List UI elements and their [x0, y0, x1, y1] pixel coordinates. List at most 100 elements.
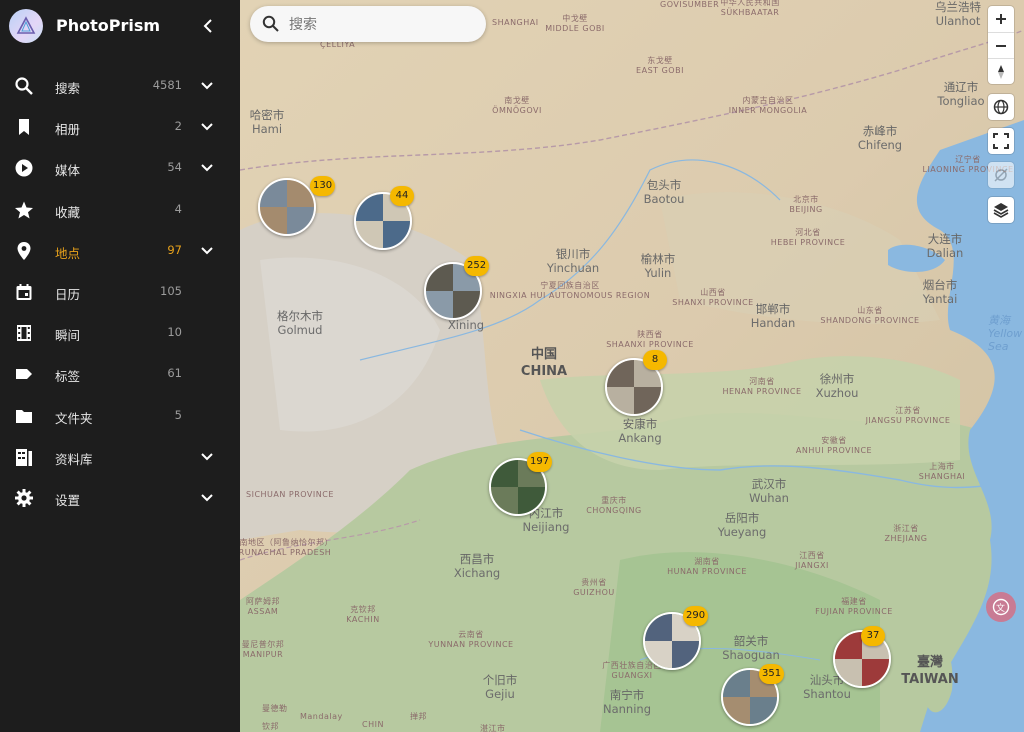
chevron-down-icon[interactable] — [198, 489, 216, 507]
province-name-en: EAST GOBI — [636, 66, 684, 75]
collapse-sidebar-icon[interactable] — [198, 14, 218, 38]
chevron-down-icon[interactable] — [198, 118, 216, 136]
place-name-zh: 徐州市 — [819, 372, 855, 386]
fullscreen-button[interactable] — [988, 128, 1014, 154]
map-province-label: 江苏省 JIANGSU PROVINCE — [866, 406, 951, 426]
sidebar-item-videos[interactable]: 媒体 54 — [0, 147, 240, 188]
place-name-zh: 乌兰浩特 — [935, 0, 981, 14]
province-name-en: ZHEJIANG — [884, 534, 928, 543]
map-place-label: 哈密市 Hami — [250, 108, 285, 136]
place-name-zh: 邯郸市 — [755, 302, 791, 316]
province-name-en: NINGXIA HUI AUTONOMOUS REGION — [489, 291, 651, 300]
sidebar-item-albums[interactable]: 相册 2 — [0, 106, 240, 147]
globe-button[interactable] — [988, 94, 1014, 120]
map-province-label: 北京市 BEIJING — [789, 195, 822, 215]
country-name-zh: 中国 — [530, 347, 558, 362]
sidebar-item-label: 设置 — [55, 493, 81, 508]
chevron-down-icon[interactable] — [198, 77, 216, 95]
province-name-en: HENAN PROVINCE — [722, 387, 802, 396]
province-name-en: GUANGXI — [611, 671, 653, 680]
cluster-count-badge[interactable]: 44 — [390, 186, 414, 206]
place-name-zh: 西昌市 — [459, 552, 495, 566]
translate-button[interactable]: 文 — [986, 592, 1016, 622]
sidebar-item-favorites[interactable]: 收藏 4 — [0, 189, 240, 230]
cluster-count-badge[interactable]: 351 — [759, 664, 785, 684]
chevron-down-icon[interactable] — [198, 159, 216, 177]
place-name-zh: 烟台市 — [922, 278, 958, 292]
cluster-count-badge[interactable]: 290 — [683, 606, 709, 626]
search-input[interactable] — [287, 13, 476, 37]
cluster-thumbnail — [518, 487, 545, 514]
province-name-zh: 中华人民共和国 — [720, 0, 780, 7]
country-label: 中国 CHINA — [521, 346, 567, 380]
sidebar-item-settings[interactable]: 设置 — [0, 477, 240, 518]
map-minor-label: GOVISUMBER — [660, 0, 720, 9]
cluster-thumbnail — [645, 641, 672, 668]
map-minor-label: SICHUAN PROVINCE — [246, 490, 334, 499]
sidebar-item-count: 4581 — [152, 78, 182, 92]
sidebar-item-count: 5 — [174, 407, 182, 422]
cluster-thumbnail — [260, 180, 287, 207]
map-province-label: 河南省 HENAN PROVINCE — [722, 377, 801, 397]
sidebar-item-calendar[interactable]: 日历 105 — [0, 271, 240, 312]
photo-cluster[interactable] — [258, 178, 316, 236]
layers-button[interactable] — [988, 197, 1014, 223]
sidebar-item-search[interactable]: 搜索 4581 — [0, 65, 240, 106]
photoprism-logo[interactable] — [9, 9, 43, 43]
cluster-thumbnail — [491, 460, 518, 487]
sidebar-item-labels[interactable]: 标签 61 — [0, 353, 240, 394]
map-place-label: 个旧市 Gejiu — [483, 673, 518, 701]
province-name-zh: 河北省 — [795, 228, 821, 237]
cluster-thumbnail — [723, 670, 750, 697]
map-minor-label: 曼德勒 — [262, 704, 288, 713]
cluster-count-badge[interactable]: 130 — [310, 176, 336, 196]
compass-button[interactable] — [988, 58, 1014, 85]
sea-label: 黄海 Yellow Sea — [988, 314, 1024, 353]
place-name-en: Gejiu — [485, 687, 515, 701]
place-name-zh: 包头市 — [646, 178, 682, 192]
place-name-en: Xichang — [453, 566, 501, 580]
map-minor-label: 湛江市 — [480, 724, 506, 732]
sidebar-item-moments[interactable]: 瞬间 10 — [0, 312, 240, 353]
sidebar-item-folders[interactable]: 文件夹 5 — [0, 395, 240, 436]
cluster-count-badge[interactable]: 197 — [527, 452, 553, 472]
sidebar-item-places[interactable]: 地点 97 — [0, 230, 240, 271]
map-place-label: 包头市 Baotou — [644, 178, 685, 206]
chevron-down-icon[interactable] — [198, 242, 216, 260]
cluster-thumbnail — [862, 659, 889, 686]
province-name-zh: 克钦邦 — [350, 605, 376, 614]
place-name-en: Baotou — [643, 192, 685, 206]
zoom-in-button[interactable] — [988, 6, 1014, 32]
province-name-zh: 贵州省 — [581, 578, 607, 587]
place-name-en: Ulanhot — [935, 14, 981, 28]
play-circle-icon — [14, 158, 34, 178]
map-place-label: Xining — [448, 318, 484, 332]
cluster-count-badge[interactable]: 37 — [861, 626, 885, 646]
layers-icon — [993, 203, 1009, 218]
place-name-en: Ankang — [618, 431, 662, 445]
sidebar-item-count: 54 — [167, 160, 182, 175]
province-name-zh: 上海市 — [929, 462, 955, 471]
map-place-label: 安康市 Ankang — [618, 417, 661, 445]
cluster-thumbnail — [607, 360, 634, 387]
cluster-thumbnail — [356, 221, 383, 248]
province-name-en: ASSAM — [247, 607, 279, 616]
province-name-zh: 河南省 — [749, 377, 775, 386]
map-province-label: 山东省 SHANDONG PROVINCE — [820, 306, 919, 326]
cluster-count-badge[interactable]: 252 — [464, 256, 490, 276]
map-minor-label: SHANGHAI — [492, 18, 539, 27]
map-view[interactable]: 哈密市 Hami 格尔木市 Golmud 银川市 Yinchuan 包头市 Baotou 榆林市… — [240, 0, 1024, 732]
zoom-out-button[interactable] — [988, 32, 1014, 59]
locate-button[interactable] — [988, 162, 1014, 188]
map-search-box[interactable] — [250, 6, 486, 42]
province-name-zh: 山西省 — [700, 288, 726, 297]
sidebar-item-library[interactable]: 资料库 — [0, 436, 240, 477]
chevron-down-icon[interactable] — [198, 448, 216, 466]
place-name-en: Dalian — [926, 246, 964, 260]
province-name-zh: 福建省 — [841, 597, 867, 606]
cluster-count-badge[interactable]: 8 — [643, 350, 667, 370]
sidebar-item-label: 标签 — [55, 369, 81, 385]
sidebar-item-count: 105 — [160, 284, 182, 298]
province-name-en: HEBEI PROVINCE — [770, 238, 846, 247]
place-name-zh: 格尔木市 — [277, 309, 323, 323]
